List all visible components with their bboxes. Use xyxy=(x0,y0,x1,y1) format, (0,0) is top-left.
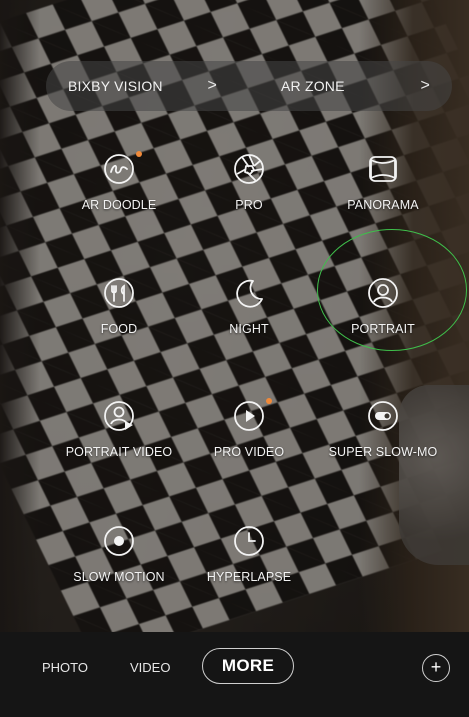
ar-zone-shortcut[interactable]: AR ZONE > xyxy=(239,61,452,111)
chevron-right-icon: > xyxy=(207,77,217,94)
mode-slow-motion[interactable]: SLOW MOTION xyxy=(49,525,189,584)
mode-label: FOOD xyxy=(100,322,138,336)
ar-zone-label: AR ZONE xyxy=(281,78,345,94)
tab-photo[interactable]: PHOTO xyxy=(42,660,88,675)
new-badge xyxy=(136,151,142,157)
clock-icon xyxy=(233,525,265,557)
mode-label: HYPERLAPSE xyxy=(206,570,292,584)
tab-more[interactable]: MORE xyxy=(202,648,294,684)
chevron-right-icon: > xyxy=(420,77,430,94)
shortcut-bar: BIXBY VISION > AR ZONE > xyxy=(46,61,452,111)
portrait-video-icon xyxy=(103,400,135,432)
aperture-icon xyxy=(233,153,265,185)
mode-portrait-video[interactable]: PORTRAIT VIDEO xyxy=(49,400,189,459)
mode-label: PORTRAIT VIDEO xyxy=(65,445,173,459)
tab-video[interactable]: VIDEO xyxy=(130,660,170,675)
add-mode-button[interactable]: + xyxy=(422,654,450,682)
bixby-vision-label: BIXBY VISION xyxy=(68,78,163,94)
mode-night[interactable]: NIGHT xyxy=(179,277,319,336)
mode-food[interactable]: FOOD xyxy=(49,277,189,336)
highlight-circle xyxy=(317,229,467,351)
super-slow-mo-icon xyxy=(367,400,399,432)
panorama-icon xyxy=(367,153,399,185)
mode-pro[interactable]: PRO xyxy=(179,153,319,212)
mode-pro-video[interactable]: PRO VIDEO xyxy=(179,398,319,459)
bixby-vision-shortcut[interactable]: BIXBY VISION > xyxy=(46,61,239,111)
mode-label: PRO VIDEO xyxy=(213,445,285,459)
fork-knife-icon xyxy=(103,277,135,309)
mode-label: AR DOODLE xyxy=(81,198,157,212)
new-badge xyxy=(266,398,272,404)
ar-doodle-icon xyxy=(103,151,142,185)
mode-super-slow-mo[interactable]: SUPER SLOW-MO xyxy=(313,400,453,459)
play-icon xyxy=(233,398,272,432)
mode-label: SUPER SLOW-MO xyxy=(328,445,438,459)
mode-label: PANORAMA xyxy=(347,198,419,212)
mode-hyperlapse[interactable]: HYPERLAPSE xyxy=(179,525,319,584)
mode-panorama[interactable]: PANORAMA xyxy=(313,153,453,212)
slow-motion-icon xyxy=(103,525,135,557)
mode-ar-doodle[interactable]: AR DOODLE xyxy=(49,151,189,212)
moon-icon xyxy=(233,277,265,309)
mode-label: SLOW MOTION xyxy=(73,570,165,584)
mode-label: NIGHT xyxy=(229,322,269,336)
mode-label: PRO xyxy=(235,198,263,212)
